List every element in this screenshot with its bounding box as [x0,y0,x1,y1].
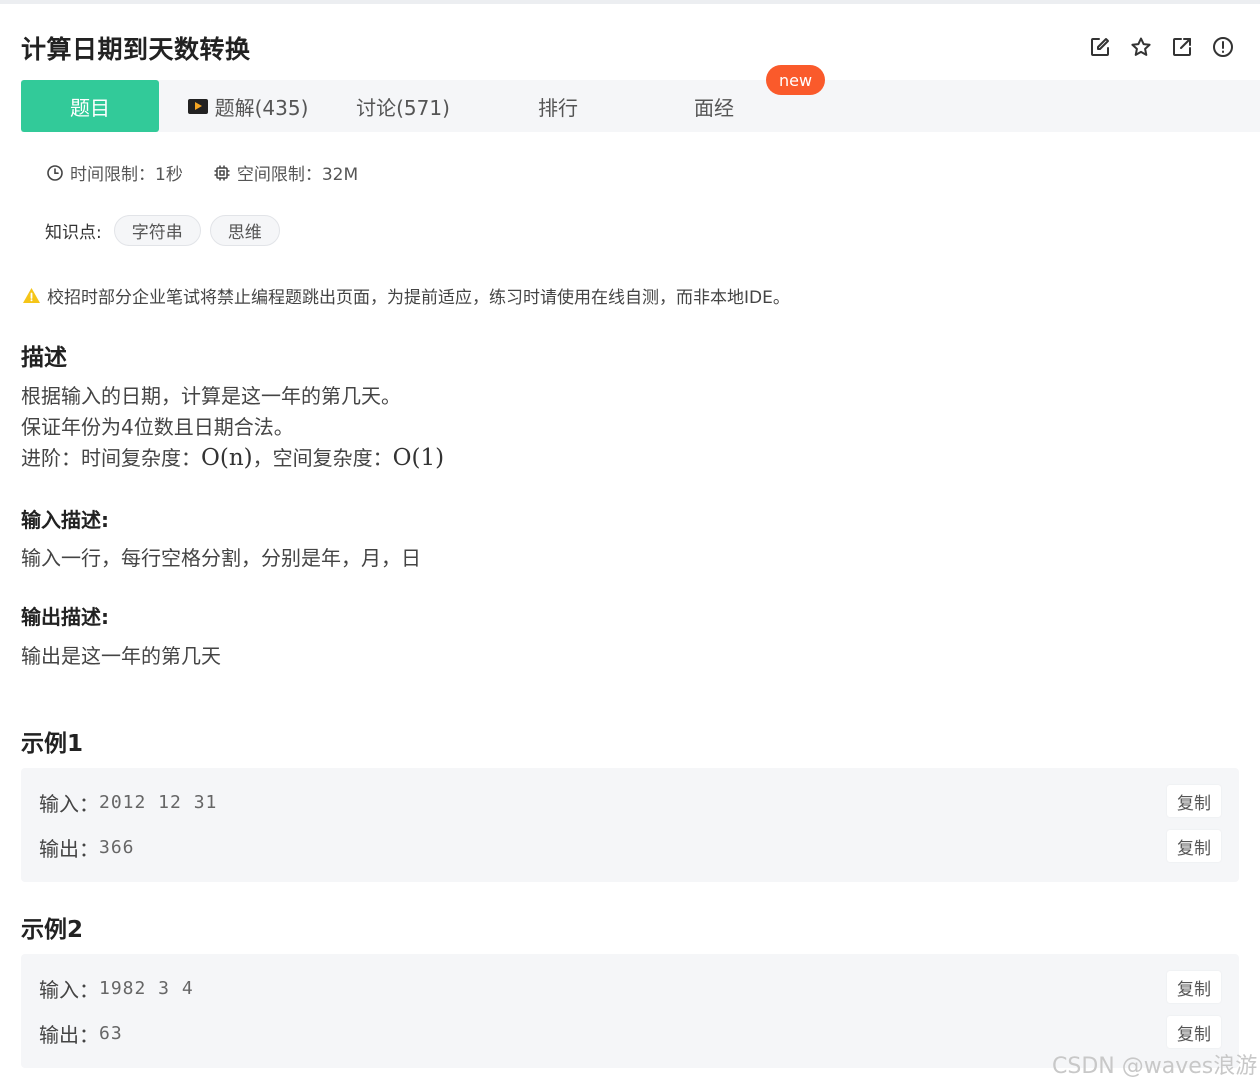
knowledge-label: 知识点: [45,223,102,243]
example-2-input: 输入： 1982 3 4 [39,978,194,1002]
example-1-output-value[interactable]: 366 [99,837,135,858]
tab-ranking[interactable]: 排行 [526,80,590,132]
report-button[interactable] [1209,34,1237,60]
report-icon [1213,37,1233,57]
space-limit: 空间限制：32M [213,160,358,185]
top-divider [0,0,1260,4]
limits: 时间限制：1秒 空间限制：32M [46,160,388,185]
example-2-output-value[interactable]: 63 [99,1023,123,1044]
output-desc-heading: 输出描述: [21,605,109,629]
description-line-3: 进阶：时间复杂度：O(n)，空间复杂度：O(1) [21,445,445,471]
tab-discussion[interactable]: 讨论(571) [351,80,455,132]
new-badge: new [766,65,825,95]
warning-icon [23,288,40,303]
favorite-button[interactable] [1127,34,1155,60]
example-2-output: 输出： 63 [39,1023,123,1047]
star-icon [1131,37,1151,56]
edit-button[interactable] [1086,34,1114,60]
time-limit: 时间限制：1秒 [46,160,183,185]
example-1-heading: 示例1 [21,731,84,757]
example-1-input: 输入： 2012 12 31 [39,792,218,816]
space-complexity: O(1) [392,445,445,471]
example-2-input-value[interactable]: 1982 3 4 [99,978,194,999]
share-button[interactable] [1168,34,1196,60]
copy-output-button[interactable]: 复制 [1167,1016,1221,1048]
tag-string[interactable]: 字符串 [113,215,201,246]
tab-interview[interactable]: 面经 [682,80,746,132]
example-2-heading: 示例2 [21,917,84,943]
example-1-input-value[interactable]: 2012 12 31 [99,792,217,813]
video-icon [187,98,208,114]
tab-solutions[interactable]: 题解(435) [183,80,313,132]
output-desc-text: 输出是这一年的第几天 [21,644,221,668]
input-desc-text: 输入一行，每行空格分割，分别是年，月，日 [21,546,421,570]
description-body: 根据输入的日期，计算是这一年的第几天。 保证年份为4位数且日期合法。 进阶：时间… [21,381,444,474]
header-actions [1086,34,1250,60]
description-line-1: 根据输入的日期，计算是这一年的第几天。 [21,384,401,408]
share-icon [1173,38,1191,56]
example-1-box: 输入： 2012 12 31 复制 输出： 366 复制 [21,768,1239,882]
copy-input-button[interactable]: 复制 [1167,971,1221,1003]
chip-icon [214,165,230,180]
page-title: 计算日期到天数转换 [21,35,251,64]
clock-icon [47,164,63,181]
description-heading: 描述 [21,345,67,371]
input-desc-heading: 输入描述: [21,508,109,532]
time-complexity: O(n) [201,445,253,471]
copy-input-button[interactable]: 复制 [1167,785,1221,817]
edit-icon [1091,38,1109,56]
knowledge-tags: 知识点: 字符串 思维 [45,215,289,246]
tab-bar: 题目 题解(435) 讨论(571) 排行 面经 [21,80,1260,132]
tab-problem[interactable]: 题目 [21,80,159,132]
description-line-2: 保证年份为4位数且日期合法。 [21,415,294,439]
copy-output-button[interactable]: 复制 [1167,830,1221,862]
warning-notice: 校招时部分企业笔试将禁止编程题跳出页面，为提前适应，练习时请使用在线自测，而非本… [22,283,790,308]
tag-thinking[interactable]: 思维 [209,215,280,246]
watermark: CSDN @waves浪游 [1052,1054,1258,1079]
example-1-output: 输出： 366 [39,837,135,861]
